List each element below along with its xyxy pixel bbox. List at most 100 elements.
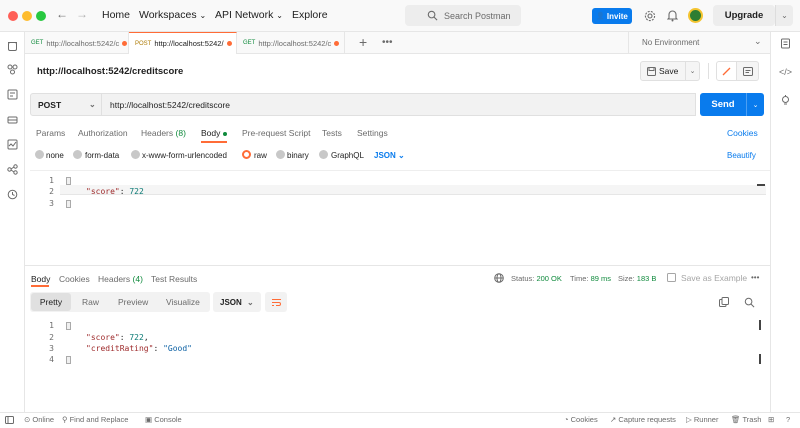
view-visualize[interactable]: Visualize [166, 297, 200, 307]
avatar[interactable] [688, 8, 703, 23]
request-title[interactable]: http://localhost:5242/creditscore [37, 66, 183, 77]
code-icon[interactable]: </> [779, 67, 792, 77]
radio-form-data[interactable] [73, 150, 82, 159]
invite-button[interactable]: 👤Invite [592, 8, 632, 24]
active-dot-icon [223, 132, 227, 136]
flows-icon[interactable] [7, 164, 18, 175]
trash-can-icon[interactable] [7, 40, 18, 51]
tab-params[interactable]: Params [36, 128, 65, 138]
bell-icon[interactable] [667, 9, 678, 22]
beautify-link[interactable]: Beautify [727, 151, 756, 160]
online-status[interactable]: ⊙ Online [24, 415, 54, 424]
console-button[interactable]: ▣ Console [145, 415, 182, 424]
monitors-icon[interactable] [7, 139, 18, 150]
response-tab-headers[interactable]: Headers (4) [98, 274, 143, 284]
size-readout[interactable]: Size: 183 B [618, 274, 656, 283]
capture-icon: ↗ [610, 415, 616, 424]
chevron-down-icon[interactable]: ⌄ [775, 5, 793, 26]
radio-binary[interactable] [276, 150, 285, 159]
url-input[interactable]: http://localhost:5242/creditscore [102, 93, 696, 116]
history-icon[interactable] [7, 189, 18, 200]
time-readout[interactable]: Time: 89 ms [570, 274, 611, 283]
gear-icon[interactable] [644, 10, 656, 22]
request-tab-active[interactable]: POST http://localhost:5242/ [129, 32, 237, 54]
toggle-sidebar-icon[interactable] [5, 416, 14, 424]
find-replace-button[interactable]: ⚲ Find and Replace [62, 415, 128, 424]
status-readout[interactable]: Status: 200 OK [511, 274, 562, 283]
label-form-data: form-data [85, 151, 119, 160]
cookies-button[interactable]: ◔ Cookies [564, 415, 598, 424]
environment-selector[interactable]: No Environment ⌄ [628, 32, 770, 54]
response-format-select[interactable]: JSON ⌄ [213, 292, 261, 312]
body-format-select[interactable]: JSON ⌄ [374, 151, 405, 160]
radio-none[interactable] [35, 150, 44, 159]
unsaved-dot-icon [334, 41, 339, 46]
chevron-down-icon: ⌄ [754, 36, 762, 47]
tab-headers[interactable]: Headers (8) [141, 128, 186, 138]
more-tabs-icon[interactable]: ••• [382, 37, 393, 48]
close-window-icon[interactable] [8, 11, 18, 21]
comments-button[interactable] [737, 61, 759, 81]
capture-requests-button[interactable]: ↗ Capture requests [610, 415, 676, 424]
radio-urlencoded[interactable] [131, 150, 140, 159]
tab-settings[interactable]: Settings [357, 128, 388, 138]
search-icon[interactable] [744, 297, 755, 308]
radio-graphql[interactable] [319, 150, 328, 159]
nav-workspaces[interactable]: Workspaces ⌄ [139, 9, 206, 21]
globe-icon[interactable] [494, 273, 504, 283]
method-select[interactable]: POST ⌄ [30, 93, 102, 116]
search-input[interactable]: Search Postman [405, 5, 521, 26]
response-tab-test-results[interactable]: Test Results [151, 274, 197, 284]
more-options-icon[interactable]: ••• [751, 273, 759, 282]
minimize-window-icon[interactable] [22, 11, 32, 21]
view-preview[interactable]: Preview [118, 297, 148, 307]
tab-authorization[interactable]: Authorization [78, 128, 128, 138]
back-arrow-icon[interactable]: ← [56, 7, 68, 21]
lightbulb-icon[interactable] [780, 95, 791, 106]
label-none: none [46, 151, 64, 160]
documentation-icon[interactable] [780, 38, 791, 49]
request-tab[interactable]: GET http://localhost:5242/c [25, 32, 129, 54]
response-tab-cookies[interactable]: Cookies [59, 274, 90, 284]
environments-icon[interactable] [7, 89, 18, 100]
line-number: 3 [36, 199, 54, 208]
nav-explore[interactable]: Explore [292, 9, 328, 21]
apis-icon[interactable] [7, 64, 18, 75]
new-tab-plus-icon[interactable]: + [359, 34, 367, 50]
edit-button[interactable] [716, 61, 737, 81]
help-icon[interactable]: ? [786, 415, 790, 424]
layout-icon[interactable]: ⊞ [768, 415, 774, 424]
unsaved-dot-icon [227, 41, 232, 46]
radio-raw[interactable] [242, 150, 251, 159]
mock-servers-icon[interactable] [7, 114, 18, 125]
request-tab[interactable]: GET http://localhost:5242/c [237, 32, 345, 54]
save-button[interactable]: Save [640, 61, 686, 81]
forward-arrow-icon[interactable]: → [76, 7, 88, 21]
trash-button[interactable]: 🗑 Trash [731, 415, 761, 424]
tab-pre-request-script[interactable]: Pre-request Script [242, 128, 311, 138]
tab-tests[interactable]: Tests [322, 128, 342, 138]
copy-icon[interactable] [719, 297, 729, 307]
send-button[interactable]: Send [700, 93, 746, 116]
chevron-down-icon[interactable]: ⌄ [746, 93, 764, 116]
search-placeholder: Search Postman [444, 11, 511, 21]
active-tab-indicator [31, 285, 49, 287]
response-tab-body[interactable]: Body [31, 274, 50, 284]
cookies-link[interactable]: Cookies [727, 128, 758, 138]
scrollbar-marker [759, 354, 761, 364]
wrap-lines-button[interactable] [265, 292, 287, 312]
maximize-window-icon[interactable] [36, 11, 46, 21]
view-pretty[interactable]: Pretty [31, 293, 71, 311]
nav-home[interactable]: Home [102, 9, 130, 21]
view-raw[interactable]: Raw [82, 297, 99, 307]
nav-api-network[interactable]: API Network ⌄ [215, 9, 283, 21]
save-as-example-button[interactable]: Save as Example [681, 273, 747, 283]
fold-marker-icon[interactable] [66, 322, 71, 330]
code-line: "score": 722 [86, 187, 144, 196]
tab-body[interactable]: Body [201, 128, 227, 138]
upgrade-button[interactable]: Upgrade [713, 5, 775, 26]
fold-marker-icon [66, 200, 71, 208]
chevron-down-icon[interactable]: ⌄ [686, 61, 700, 81]
runner-button[interactable]: ▷ Runner [686, 415, 718, 424]
fold-marker-icon[interactable] [66, 177, 71, 185]
